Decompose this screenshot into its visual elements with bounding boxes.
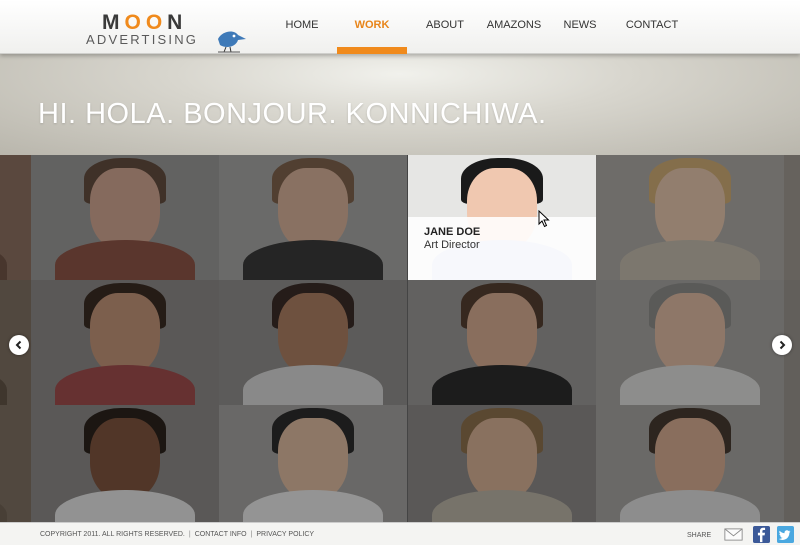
separator: | — [250, 531, 253, 538]
mail-icon[interactable] — [724, 526, 743, 543]
team-photo[interactable] — [31, 280, 219, 405]
nav-amazons[interactable]: AMAZONS — [480, 0, 548, 54]
team-photo[interactable] — [0, 155, 31, 280]
team-photo[interactable] — [596, 405, 784, 522]
member-role: Art Director — [424, 239, 480, 251]
team-photo[interactable] — [408, 405, 596, 522]
mouse-cursor-icon — [538, 210, 550, 228]
hero-title: HI. HOLA. BONJOUR. KONNICHIWA. — [38, 98, 547, 130]
nav-work[interactable]: WORK — [337, 0, 407, 54]
team-photo[interactable] — [784, 155, 800, 280]
facebook-icon[interactable] — [752, 526, 771, 543]
chevron-right-icon — [779, 340, 786, 350]
separator: | — [188, 531, 191, 538]
privacy-policy-link[interactable]: PRIVACY POLICY — [256, 531, 314, 538]
nav-news[interactable]: NEWS — [548, 0, 612, 54]
twitter-icon[interactable] — [776, 526, 795, 543]
footer-links: COPYRIGHT 2011. ALL RIGHTS RESERVED. | C… — [40, 531, 314, 538]
hero-banner: HI. HOLA. BONJOUR. KONNICHIWA. — [0, 54, 800, 155]
next-arrow-button[interactable] — [772, 335, 792, 355]
team-photo[interactable] — [596, 155, 784, 280]
share-label: SHARE — [687, 532, 712, 539]
prev-arrow-button[interactable] — [9, 335, 29, 355]
copyright-text: COPYRIGHT 2011. ALL RIGHTS RESERVED. — [40, 531, 185, 538]
site-header: MOON ADVERTISING HOME WORK ABOUT AMAZONS… — [0, 0, 800, 54]
team-photo[interactable] — [31, 405, 219, 522]
team-member-caption: JANE DOE Art Director — [408, 217, 596, 280]
team-photo[interactable] — [408, 280, 596, 405]
nav-about[interactable]: ABOUT — [410, 0, 480, 54]
contact-info-link[interactable]: CONTACT INFO — [195, 531, 247, 538]
team-photo[interactable] — [0, 405, 31, 522]
team-photo-grid — [0, 155, 800, 522]
team-photo[interactable] — [219, 155, 407, 280]
chevron-left-icon — [15, 340, 22, 350]
nav-contact[interactable]: CONTACT — [612, 0, 692, 54]
logo[interactable]: MOON ADVERTISING — [86, 11, 256, 57]
team-photo[interactable] — [31, 155, 219, 280]
team-photo[interactable] — [219, 405, 407, 522]
team-photo[interactable] — [596, 280, 784, 405]
logo-subtitle: ADVERTISING — [86, 32, 199, 47]
member-name: JANE DOE — [424, 226, 481, 238]
site-footer: COPYRIGHT 2011. ALL RIGHTS RESERVED. | C… — [0, 522, 800, 545]
team-photo[interactable] — [784, 405, 800, 522]
bird-icon — [218, 31, 246, 53]
team-photo[interactable] — [219, 280, 407, 405]
nav-home[interactable]: HOME — [268, 0, 336, 54]
main-nav: HOME WORK ABOUT AMAZONS NEWS CONTACT — [268, 0, 692, 54]
